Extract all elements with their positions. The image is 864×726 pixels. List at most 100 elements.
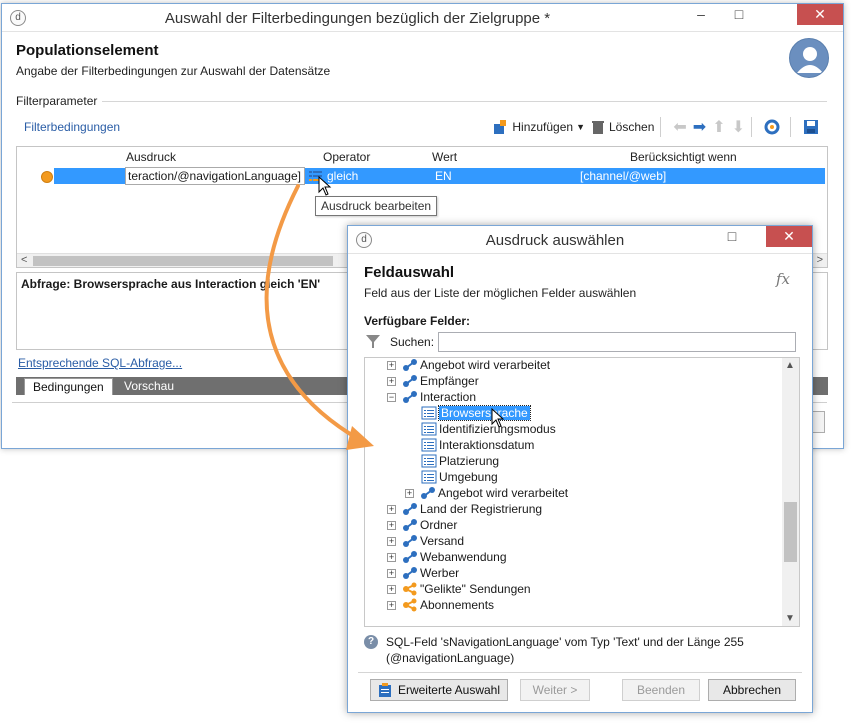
collapse-icon[interactable]: − (387, 392, 396, 402)
tree-item-label: Umgebung (439, 470, 498, 484)
save-button[interactable] (803, 119, 823, 135)
add-button[interactable]: Hinzufügen ▼ (492, 119, 585, 135)
arrow-left-icon: ⬅ (673, 119, 687, 136)
dialog-titlebar: d Ausdruck auswählen □ ✕ (348, 226, 812, 254)
column-value[interactable]: Wert (432, 150, 457, 164)
expand-icon[interactable]: + (387, 584, 396, 594)
expand-icon[interactable]: + (387, 552, 396, 562)
tree-item-label: Angebot wird verarbeitet (420, 358, 551, 372)
cancel-button[interactable]: Abbrechen (708, 679, 796, 701)
select-expression-dialog: d Ausdruck auswählen □ ✕ Feldauswahl Fel… (347, 225, 813, 713)
tree-item[interactable]: + Abonnements (387, 597, 494, 613)
tree-item[interactable]: + Land der Registrierung (387, 501, 542, 517)
mouse-cursor-icon (318, 176, 332, 196)
move-down-button[interactable]: ⬇ (732, 117, 745, 137)
tree-item[interactable]: + Versand (387, 533, 464, 549)
add-label: Hinzufügen (512, 120, 574, 134)
tree-item[interactable]: + Werber (387, 565, 459, 581)
tab-preview[interactable]: Vorschau (116, 378, 182, 395)
expand-icon[interactable]: + (405, 488, 414, 498)
sql-query-link[interactable]: Entsprechende SQL-Abfrage... (18, 356, 182, 370)
scroll-thumb[interactable] (784, 502, 797, 562)
value-cell[interactable]: EN (435, 169, 452, 183)
search-input[interactable] (438, 332, 796, 352)
expand-icon[interactable]: + (387, 600, 396, 610)
filter-conditions-link[interactable]: Filterbedingungen (24, 120, 120, 134)
column-operator[interactable]: Operator (323, 150, 370, 164)
advanced-selection-label: Erweiterte Auswahl (397, 683, 501, 697)
advanced-selection-button[interactable]: Erweiterte Auswahl (370, 679, 508, 701)
move-up-button[interactable]: ⬆ (712, 117, 725, 137)
link-icon (403, 535, 417, 547)
tree-item[interactable]: Platzierung (405, 453, 499, 469)
tree-item[interactable]: + Angebot wird verarbeitet (387, 358, 551, 373)
tree-item[interactable]: Identifizierungsmodus (405, 421, 556, 437)
arrow-down-icon: ⬇ (731, 119, 745, 136)
dialog-header: Feldauswahl Feld aus der Liste der mögli… (364, 264, 636, 300)
filter-icon (366, 335, 380, 348)
edit-expression-tooltip: Ausdruck bearbeiten (315, 196, 438, 216)
scroll-down-icon[interactable]: ▼ (785, 613, 795, 624)
tree-item-label: Platzierung (439, 454, 500, 468)
share-link-icon (403, 582, 417, 596)
expand-icon[interactable]: + (387, 520, 396, 530)
move-right-button[interactable]: ➡ (693, 117, 706, 137)
tab-conditions[interactable]: Bedingungen (24, 378, 113, 395)
tree-item[interactable]: + "Gelikte" Sendungen (387, 581, 531, 597)
tree-item[interactable]: Umgebung (405, 469, 498, 485)
minimize-button[interactable]: – (685, 4, 717, 25)
refresh-button[interactable] (764, 119, 784, 135)
available-fields-label: Verfügbare Felder: (364, 314, 471, 328)
tree-item[interactable]: + Ordner (387, 517, 457, 533)
link-icon (403, 567, 417, 579)
expand-icon[interactable]: + (387, 504, 396, 514)
field-icon (421, 454, 437, 468)
expand-icon[interactable]: + (387, 376, 396, 386)
table-row[interactable]: teraction/@navigationLanguage] gleich EN… (17, 167, 827, 185)
delete-button[interactable]: Löschen (591, 119, 654, 135)
scroll-left-icon[interactable]: < (21, 254, 27, 266)
refresh-icon (764, 119, 780, 135)
chevron-down-icon: ▼ (576, 122, 585, 132)
dialog-footer: Erweiterte Auswahl Weiter > Beenden Abbr… (358, 672, 802, 706)
tree-item-label: "Gelikte" Sendungen (420, 582, 531, 596)
section-divider (102, 101, 827, 102)
dialog-maximize-button[interactable]: □ (716, 226, 748, 247)
tree-item-label: Browsersprache (438, 405, 531, 421)
link-icon (403, 359, 417, 371)
main-window-title: Auswahl der Filterbedingungen bezüglich … (164, 10, 551, 27)
scroll-right-icon[interactable]: > (817, 254, 823, 266)
expand-icon[interactable]: + (387, 360, 396, 370)
clipboard-icon (378, 683, 391, 697)
condition-cell[interactable]: [channel/@web] (580, 169, 666, 183)
arrow-up-icon: ⬆ (712, 119, 726, 136)
tree-item[interactable]: − Interaction (387, 389, 476, 405)
tree-item[interactable]: Browsersprache (405, 405, 531, 421)
tree-item-label: Abonnements (420, 598, 495, 612)
finish-button[interactable]: Beenden (622, 679, 700, 701)
tree-item[interactable]: + Angebot wird verarbeitet (405, 485, 568, 501)
close-button[interactable]: ✕ (797, 4, 843, 25)
dialog-heading: Feldauswahl (364, 264, 455, 281)
column-expression[interactable]: Ausdruck (126, 150, 176, 164)
next-button[interactable]: Weiter > (520, 679, 590, 701)
tree-item[interactable]: + Empfänger (387, 373, 479, 389)
expand-icon[interactable]: + (387, 568, 396, 578)
scroll-thumb[interactable] (33, 256, 333, 266)
vertical-scrollbar[interactable]: ▲ ▼ (782, 358, 799, 626)
tree-item[interactable]: Interaktionsdatum (405, 437, 534, 453)
filter-toolbar: Hinzufügen ▼ Löschen ⬅ ➡ ⬆ ⬇ (486, 116, 823, 138)
tree-item-label: Interaction (420, 390, 477, 404)
tree-item[interactable]: + Webanwendung (387, 549, 507, 565)
expression-input[interactable]: teraction/@navigationLanguage] (125, 167, 305, 185)
expand-icon[interactable]: + (387, 536, 396, 546)
scroll-up-icon[interactable]: ▲ (785, 360, 795, 371)
maximize-button[interactable]: □ (723, 4, 755, 25)
save-icon (804, 120, 818, 134)
dialog-app-icon: d (356, 232, 372, 248)
move-left-button[interactable]: ⬅ (673, 117, 686, 137)
field-icon (421, 422, 437, 436)
link-icon (421, 487, 435, 499)
column-condition[interactable]: Berücksichtigt wenn (630, 150, 737, 164)
dialog-close-button[interactable]: ✕ (766, 226, 812, 247)
